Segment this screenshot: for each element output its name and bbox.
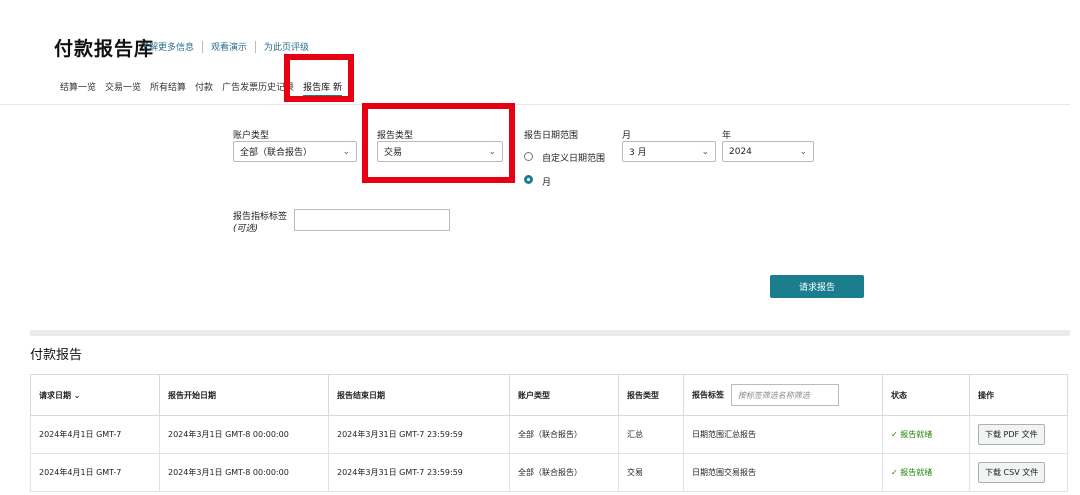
cell-request-date: 2024年4月1日 GMT-7 [30, 415, 160, 454]
report-tag-input[interactable] [294, 209, 450, 231]
page-title: 付款报告库 [54, 38, 155, 60]
col-request-date[interactable]: 请求日期 ⌄ [30, 374, 160, 416]
table-row: 2024年4月1日 GMT-7 2024年3月1日 GMT-8 00:00:00… [30, 415, 1068, 454]
month-select[interactable]: 3 月 ⌄ [622, 141, 716, 162]
report-type-select[interactable]: 交易 ⌄ [377, 141, 503, 162]
cell-action: 下载 CSV 文件 [969, 453, 1068, 492]
report-type-value: 交易 [384, 148, 403, 158]
cell-account-type: 全部（联合报告） [509, 453, 619, 492]
account-type-value: 全部（联合报告） [240, 148, 313, 158]
tab-payments[interactable]: 付款 [195, 80, 213, 97]
reports-table: 请求日期 ⌄ 报告开始日期 报告结束日期 账户类型 报告类型 报告标签 按标签筛… [30, 374, 1068, 492]
cell-end-date: 2024年3月31日 GMT-7 23:59:59 [328, 453, 510, 492]
tab-transaction-overview[interactable]: 交易一览 [105, 80, 141, 97]
chevron-down-icon: ⌄ [342, 146, 350, 157]
link-divider [255, 40, 257, 53]
header-links: 了解更多信息 观看演示 为此页评级 [140, 40, 309, 53]
learn-more-link[interactable]: 了解更多信息 [140, 40, 194, 53]
table-row: 2024年4月1日 GMT-7 2024年3月1日 GMT-8 00:00:00… [30, 453, 1068, 492]
chevron-down-icon: ⌄ [73, 390, 81, 400]
cell-report-tag: 日期范围汇总报告 [683, 415, 883, 454]
col-status: 状态 [882, 374, 970, 416]
cell-report-type: 汇总 [618, 415, 684, 454]
account-type-select[interactable]: 全部（联合报告） ⌄ [233, 141, 357, 162]
rate-page-link[interactable]: 为此页评级 [264, 40, 309, 53]
chevron-down-icon: ⌄ [799, 146, 807, 157]
cell-start-date: 2024年3月1日 GMT-8 00:00:00 [159, 453, 329, 492]
cell-request-date: 2024年4月1日 GMT-7 [30, 453, 160, 492]
report-tag-optional: (可选) [233, 224, 259, 234]
cell-report-tag: 日期范围交易报告 [683, 453, 883, 492]
tab-all-settlements[interactable]: 所有结算 [150, 80, 186, 97]
account-type-label: 账户类型 [233, 131, 270, 141]
col-request-date-label: 请求日期 [39, 390, 71, 400]
chevron-down-icon: ⌄ [488, 146, 496, 157]
col-report-tag-label: 报告标签 [692, 390, 724, 400]
table-header-row: 请求日期 ⌄ 报告开始日期 报告结束日期 账户类型 报告类型 报告标签 按标签筛… [30, 374, 1068, 416]
section-divider [30, 330, 1070, 336]
col-account-type: 账户类型 [509, 374, 619, 416]
request-report-button[interactable]: 请求报告 [770, 275, 864, 298]
year-value: 2024 [729, 146, 752, 157]
report-type-label: 报告类型 [377, 131, 414, 141]
custom-range-label: 自定义日期范围 [542, 154, 606, 164]
status-badge: ✓ 报告就绪 [882, 453, 970, 492]
month-value: 3 月 [629, 148, 647, 158]
tab-settlement-overview[interactable]: 结算一览 [60, 80, 96, 97]
download-pdf-button[interactable]: 下载 PDF 文件 [978, 424, 1045, 445]
watch-demo-link[interactable]: 观看演示 [211, 40, 247, 53]
chevron-down-icon: ⌄ [701, 146, 709, 157]
results-title: 付款报告 [30, 348, 83, 363]
custom-range-radio[interactable] [524, 152, 533, 161]
cell-action: 下载 PDF 文件 [969, 415, 1068, 454]
download-csv-button[interactable]: 下载 CSV 文件 [978, 462, 1046, 483]
date-range-label: 报告日期范围 [524, 131, 579, 141]
col-report-tag: 报告标签 按标签筛选名称筛选 [683, 374, 883, 416]
year-select[interactable]: 2024 ⌄ [722, 141, 814, 162]
year-label: 年 [722, 131, 732, 141]
cell-report-type: 交易 [618, 453, 684, 492]
link-divider [202, 40, 204, 53]
col-report-type: 报告类型 [618, 374, 684, 416]
month-radio-label: 月 [542, 178, 552, 188]
cell-end-date: 2024年3月31日 GMT-7 23:59:59 [328, 415, 510, 454]
highlight-box-tab [284, 54, 354, 102]
cell-account-type: 全部（联合报告） [509, 415, 619, 454]
col-end-date: 报告结束日期 [328, 374, 510, 416]
cell-start-date: 2024年3月1日 GMT-8 00:00:00 [159, 415, 329, 454]
tag-filter-input[interactable]: 按标签筛选名称筛选 [730, 384, 839, 406]
col-start-date: 报告开始日期 [159, 374, 329, 416]
month-label: 月 [622, 131, 632, 141]
col-action: 操作 [969, 374, 1068, 416]
month-radio[interactable] [524, 175, 533, 184]
status-badge: ✓ 报告就绪 [882, 415, 970, 454]
